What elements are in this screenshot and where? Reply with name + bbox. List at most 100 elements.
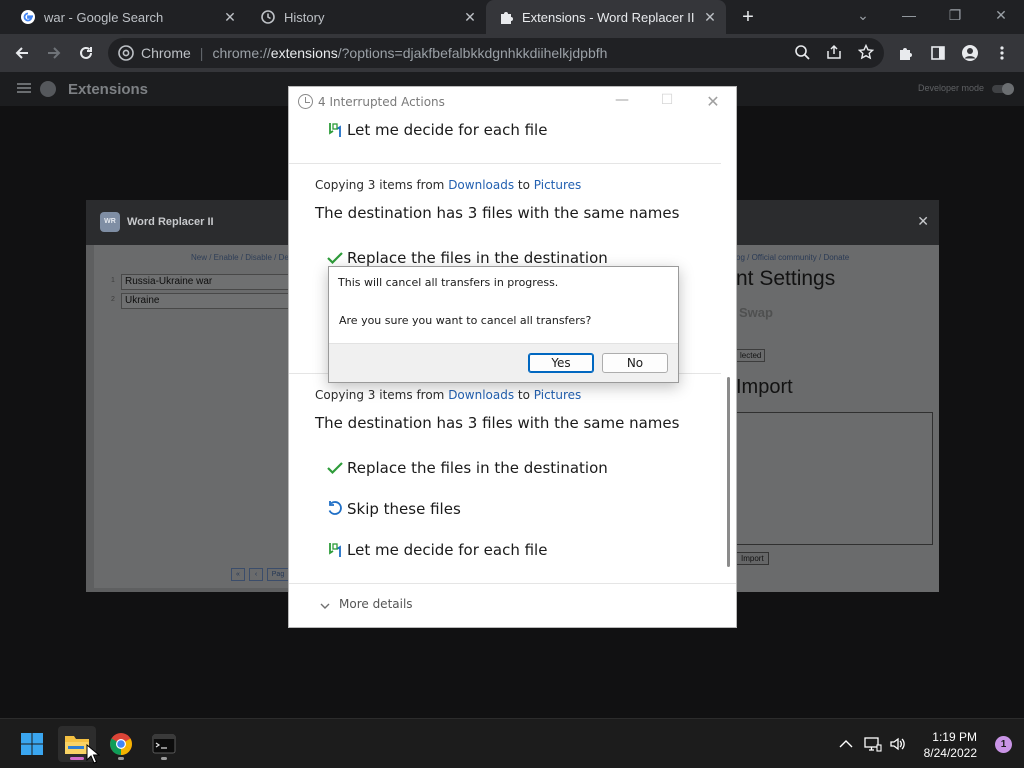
tab-search-icon[interactable]: ⌄	[848, 4, 878, 26]
replace-files-option[interactable]: Replace the files in the destination	[325, 457, 608, 479]
puzzle-icon	[900, 48, 912, 60]
site-info-chip[interactable]: Chrome	[118, 45, 191, 61]
chrome-icon	[118, 45, 134, 61]
restore-button[interactable]: ❐	[940, 4, 970, 26]
puzzle-icon	[498, 9, 514, 25]
decide-icon	[325, 540, 345, 560]
settings-heading: nt Settings	[736, 267, 836, 290]
swap-button[interactable]: Swap	[739, 305, 773, 320]
kebab-menu-icon	[1000, 46, 1004, 60]
share-icon[interactable]	[826, 44, 842, 63]
option-label: Replace the files in the destination	[347, 249, 608, 267]
divider	[289, 163, 721, 164]
settings-links[interactable]: og / Official community / Donate	[736, 253, 849, 262]
terminal-taskbar-button[interactable]	[145, 726, 183, 762]
start-button[interactable]	[13, 726, 51, 762]
close-tab-icon[interactable]: ✕	[702, 9, 718, 25]
side-panel-button[interactable]	[926, 41, 950, 65]
bookmark-star-icon[interactable]	[857, 43, 875, 63]
forward-button[interactable]	[42, 41, 66, 65]
close-tab-icon[interactable]: ✕	[462, 9, 478, 25]
forward-arrow-icon	[48, 47, 61, 59]
pager: « ‹ Pag	[231, 568, 289, 581]
profile-button[interactable]	[958, 41, 982, 65]
hamburger-menu-icon[interactable]	[17, 81, 31, 95]
history-icon	[260, 9, 276, 25]
dialog-message: This will cancel all transfers in progre…	[338, 276, 559, 289]
volume-icon[interactable]	[889, 736, 907, 752]
word-list-actions[interactable]: New / Enable / Disable / De	[191, 253, 289, 262]
scrollbar[interactable]	[727, 377, 730, 567]
decide-each-file-option[interactable]: Let me decide for each file	[325, 119, 547, 141]
back-button[interactable]	[10, 41, 34, 65]
copying-to: to	[514, 388, 534, 402]
url-scheme: chrome://	[212, 45, 271, 61]
close-window-button[interactable]: ✕	[703, 92, 723, 111]
new-tab-button[interactable]: +	[738, 7, 758, 27]
word-field[interactable]: Russia-Ukraine war	[121, 274, 296, 290]
running-indicator	[118, 757, 124, 760]
tab-title: History	[284, 9, 325, 25]
list-item[interactable]: 1 Russia-Ukraine war	[94, 273, 296, 292]
close-tab-icon[interactable]: ✕	[222, 9, 238, 25]
destination-folder-link[interactable]: Pictures	[534, 178, 582, 192]
google-icon	[20, 9, 36, 25]
word-replacer-title: Word Replacer II	[127, 216, 214, 228]
menu-button[interactable]	[990, 41, 1014, 65]
reload-icon	[80, 46, 92, 59]
notification-badge[interactable]: 1	[995, 736, 1012, 753]
undo-arrow-icon	[325, 499, 345, 519]
extensions-button[interactable]	[894, 41, 918, 65]
import-button[interactable]: Import	[736, 552, 769, 565]
chevron-down-icon[interactable]	[319, 597, 333, 611]
close-icon[interactable]: ✕	[917, 213, 929, 230]
option-label: Replace the files in the destination	[347, 459, 608, 477]
chrome-taskbar-button[interactable]	[102, 726, 140, 762]
skip-files-option[interactable]: Skip these files	[325, 498, 461, 520]
prev-page-button[interactable]: ‹	[249, 568, 263, 581]
developer-mode-label: Developer mode	[917, 83, 984, 93]
checkmark-icon	[325, 458, 345, 478]
avatar-icon	[962, 45, 978, 61]
taskbar-time[interactable]: 1:19 PM	[932, 730, 977, 744]
address-bar[interactable]: Chrome | chrome://extensions/?options=dj…	[108, 38, 884, 68]
option-label: Let me decide for each file	[347, 541, 548, 559]
settings-panel: og / Official community / Donate nt Sett…	[736, 245, 939, 592]
tab-google-search[interactable]: war - Google Search ✕	[0, 0, 246, 34]
option-label: Let me decide for each file	[347, 121, 548, 139]
dialog-button-bar: Yes No	[329, 343, 678, 382]
browser-toolbar: Chrome | chrome://extensions/?options=dj…	[0, 34, 1024, 72]
copying-prefix: Copying 3 items from	[315, 388, 449, 402]
network-icon[interactable]	[864, 736, 882, 752]
list-item[interactable]: 2 Ukraine	[94, 292, 296, 311]
url-host: extensions	[270, 45, 338, 61]
close-window-button[interactable]: ✕	[986, 4, 1016, 26]
chevron-up-icon[interactable]	[837, 736, 855, 752]
destination-folder-link[interactable]: Pictures	[534, 388, 582, 402]
minimize-button[interactable]: —	[612, 92, 632, 108]
no-button[interactable]: No	[602, 353, 668, 373]
decide-each-file-option[interactable]: Let me decide for each file	[325, 539, 547, 561]
chrome-icon	[110, 733, 132, 755]
developer-mode-toggle[interactable]	[992, 83, 1014, 95]
word-replacer-logo: WR	[100, 212, 120, 232]
tab-extensions[interactable]: Extensions - Word Replacer II ✕	[486, 0, 726, 34]
word-field[interactable]: Ukraine	[121, 293, 296, 309]
source-folder-link[interactable]: Downloads	[448, 388, 514, 402]
dialog-question: Are you sure you want to cancel all tran…	[339, 314, 592, 327]
minimize-button[interactable]: —	[894, 4, 924, 26]
yes-button[interactable]: Yes	[528, 353, 594, 373]
import-textarea[interactable]	[736, 412, 933, 545]
taskbar-date[interactable]: 8/24/2022	[924, 746, 977, 760]
tab-history[interactable]: History ✕	[246, 0, 486, 34]
first-page-button[interactable]: «	[231, 568, 245, 581]
reload-button[interactable]	[74, 41, 98, 65]
source-folder-link[interactable]: Downloads	[448, 178, 514, 192]
zoom-icon[interactable]	[794, 44, 810, 63]
more-details-toggle[interactable]: More details	[339, 597, 413, 611]
taskbar: 1:19 PM 8/24/2022 1	[0, 718, 1024, 768]
url-text[interactable]: chrome://extensions/?options=djakfbefalb…	[212, 45, 607, 61]
selected-button[interactable]: lected	[736, 349, 766, 362]
details-footer: More details	[289, 583, 736, 627]
checkmark-icon	[325, 248, 345, 268]
